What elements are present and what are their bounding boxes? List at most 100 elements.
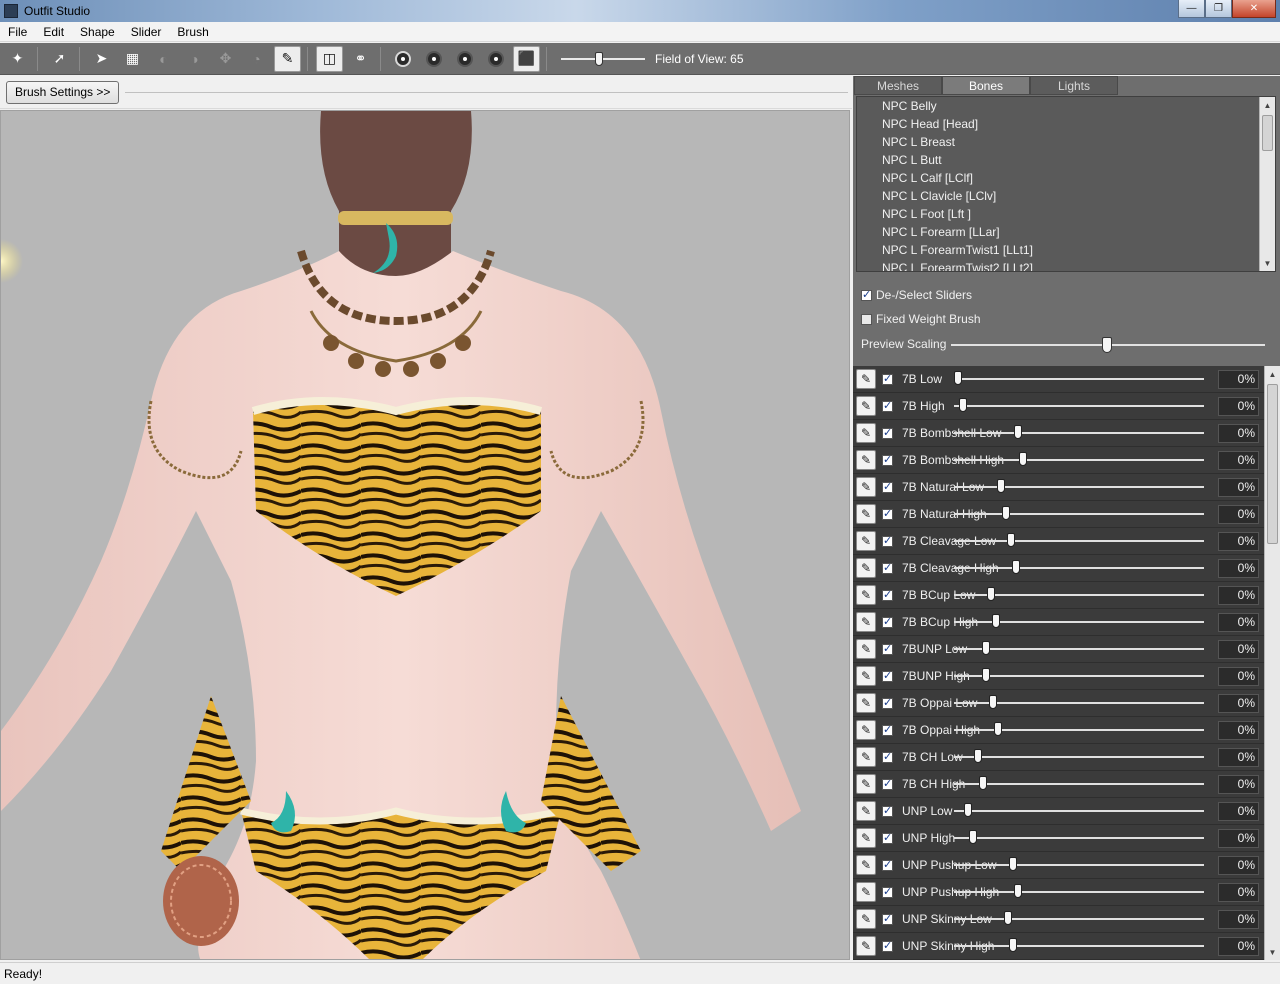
slider-value-field[interactable]: 0% (1218, 451, 1259, 470)
edit-slider-pencil-icon[interactable]: ✎ (856, 855, 876, 875)
list-item[interactable]: NPC L Clavicle [LClv] (857, 187, 1275, 205)
slider-thumb[interactable] (1004, 911, 1012, 925)
slider-track[interactable] (954, 918, 1204, 920)
bone-list-scrollbar[interactable]: ▲ ▼ (1259, 97, 1275, 271)
tab-meshes[interactable]: Meshes (854, 76, 942, 95)
slider-value-field[interactable]: 0% (1218, 397, 1259, 416)
slider-thumb[interactable] (996, 479, 1005, 493)
3d-viewport[interactable] (0, 110, 850, 960)
edit-slider-pencil-icon[interactable]: ✎ (856, 396, 876, 416)
slider-list[interactable]: ✎7B Low0%✎7B High0%✎7B Bombshell Low0%✎7… (853, 366, 1280, 960)
list-item[interactable]: NPC L Forearm [LLar] (857, 223, 1275, 241)
fov-slider[interactable] (561, 49, 645, 69)
slider-value-field[interactable]: 0% (1218, 640, 1259, 659)
slider-checkbox[interactable] (882, 696, 893, 709)
edit-slider-pencil-icon[interactable]: ✎ (856, 504, 876, 524)
slider-value-field[interactable]: 0% (1218, 856, 1259, 875)
slider-value-field[interactable]: 0% (1218, 802, 1259, 821)
slider-thumb[interactable] (1011, 560, 1020, 574)
fixed-weight-brush-checkbox[interactable] (861, 313, 872, 325)
select-tool-icon[interactable]: ➤ (88, 46, 115, 72)
edit-slider-pencil-icon[interactable]: ✎ (856, 936, 876, 956)
deflate-brush-icon[interactable]: ◑ (181, 46, 208, 72)
slider-value-field[interactable]: 0% (1218, 775, 1259, 794)
slider-track[interactable] (954, 648, 1204, 650)
connected-only-icon[interactable]: ⚭ (347, 46, 374, 72)
slider-track[interactable] (954, 540, 1204, 542)
slider-checkbox[interactable] (882, 912, 893, 925)
edit-slider-pencil-icon[interactable]: ✎ (856, 639, 876, 659)
edit-slider-pencil-icon[interactable]: ✎ (856, 612, 876, 632)
slider-thumb[interactable] (994, 722, 1002, 736)
mirror-icon[interactable]: ◫ (316, 45, 343, 72)
edit-slider-pencil-icon[interactable]: ✎ (856, 693, 876, 713)
edit-slider-pencil-icon[interactable]: ✎ (856, 909, 876, 929)
maximize-button[interactable]: ❐ (1205, 0, 1232, 18)
slider-thumb[interactable] (981, 641, 990, 655)
slider-checkbox[interactable] (882, 534, 893, 547)
slider-thumb[interactable] (981, 668, 990, 682)
slider-value-field[interactable]: 0% (1218, 586, 1259, 605)
slider-value-field[interactable]: 0% (1218, 883, 1259, 902)
slider-track[interactable] (954, 405, 1204, 407)
edit-slider-pencil-icon[interactable]: ✎ (856, 423, 876, 443)
menu-brush[interactable]: Brush (169, 25, 216, 39)
perspective-toggle-icon[interactable]: ⬛ (513, 45, 540, 72)
smooth-brush-icon[interactable]: ◔ (243, 46, 270, 72)
move-brush-icon[interactable]: ✥ (212, 46, 239, 72)
slider-value-field[interactable]: 0% (1218, 559, 1259, 578)
edit-slider-pencil-icon[interactable]: ✎ (856, 666, 876, 686)
deselect-sliders-checkbox[interactable] (861, 288, 872, 301)
weight-brush-icon[interactable]: ✎ (274, 45, 301, 72)
minimize-button[interactable]: — (1178, 0, 1205, 18)
slider-value-field[interactable]: 0% (1218, 910, 1259, 929)
slider-track[interactable] (954, 432, 1204, 434)
edit-slider-pencil-icon[interactable]: ✎ (856, 747, 876, 767)
edit-slider-pencil-icon[interactable]: ✎ (856, 882, 876, 902)
slider-thumb[interactable] (1014, 425, 1022, 439)
slider-checkbox[interactable] (882, 426, 893, 439)
slider-track[interactable] (954, 945, 1204, 947)
inflate-brush-icon[interactable]: ◐ (150, 46, 177, 72)
edit-slider-pencil-icon[interactable]: ✎ (856, 720, 876, 740)
slider-value-field[interactable]: 0% (1218, 721, 1259, 740)
menu-slider[interactable]: Slider (123, 25, 170, 39)
slider-thumb[interactable] (979, 776, 987, 790)
edit-slider-pencil-icon[interactable]: ✎ (856, 531, 876, 551)
edit-slider-pencil-icon[interactable]: ✎ (856, 774, 876, 794)
slider-checkbox[interactable] (882, 615, 893, 628)
slider-track[interactable] (954, 783, 1204, 785)
slider-checkbox[interactable] (882, 453, 893, 466)
fov-slider-thumb[interactable] (595, 51, 603, 66)
slider-checkbox[interactable] (882, 642, 893, 655)
slider-track[interactable] (954, 513, 1204, 515)
slider-checkbox[interactable] (882, 561, 893, 574)
slider-track[interactable] (954, 675, 1204, 677)
menu-file[interactable]: File (0, 25, 35, 39)
slider-thumb[interactable] (959, 398, 967, 412)
close-button[interactable]: ✕ (1232, 0, 1276, 18)
brush-settings-button[interactable]: Brush Settings >> (6, 80, 120, 104)
edit-slider-pencil-icon[interactable]: ✎ (856, 477, 876, 497)
slider-value-field[interactable]: 0% (1218, 829, 1259, 848)
slider-checkbox[interactable] (882, 723, 893, 736)
deselect-sliders-option[interactable]: De-/Select Sliders (861, 288, 972, 302)
slider-checkbox[interactable] (882, 777, 893, 790)
edit-slider-pencil-icon[interactable]: ✎ (856, 801, 876, 821)
scroll-up-icon[interactable]: ▲ (1260, 97, 1275, 113)
slider-track[interactable] (954, 810, 1204, 812)
slider-value-field[interactable]: 0% (1218, 613, 1259, 632)
slider-checkbox[interactable] (882, 750, 893, 763)
slider-value-field[interactable]: 0% (1218, 478, 1259, 497)
tab-lights[interactable]: Lights (1030, 76, 1118, 95)
slider-checkbox[interactable] (882, 372, 893, 385)
slider-thumb[interactable] (1006, 533, 1015, 547)
list-item[interactable]: NPC L ForearmTwist2 [LLt2] (857, 259, 1275, 271)
slider-checkbox[interactable] (882, 885, 893, 898)
slider-thumb[interactable] (991, 614, 1000, 628)
tab-bones[interactable]: Bones (942, 76, 1030, 95)
scroll-down-icon[interactable]: ▼ (1260, 255, 1275, 271)
bone-list[interactable]: NPC Belly NPC Head [Head] NPC L Breast N… (856, 96, 1276, 272)
slider-thumb[interactable] (1001, 506, 1010, 520)
export-icon[interactable]: ➚ (46, 46, 73, 72)
